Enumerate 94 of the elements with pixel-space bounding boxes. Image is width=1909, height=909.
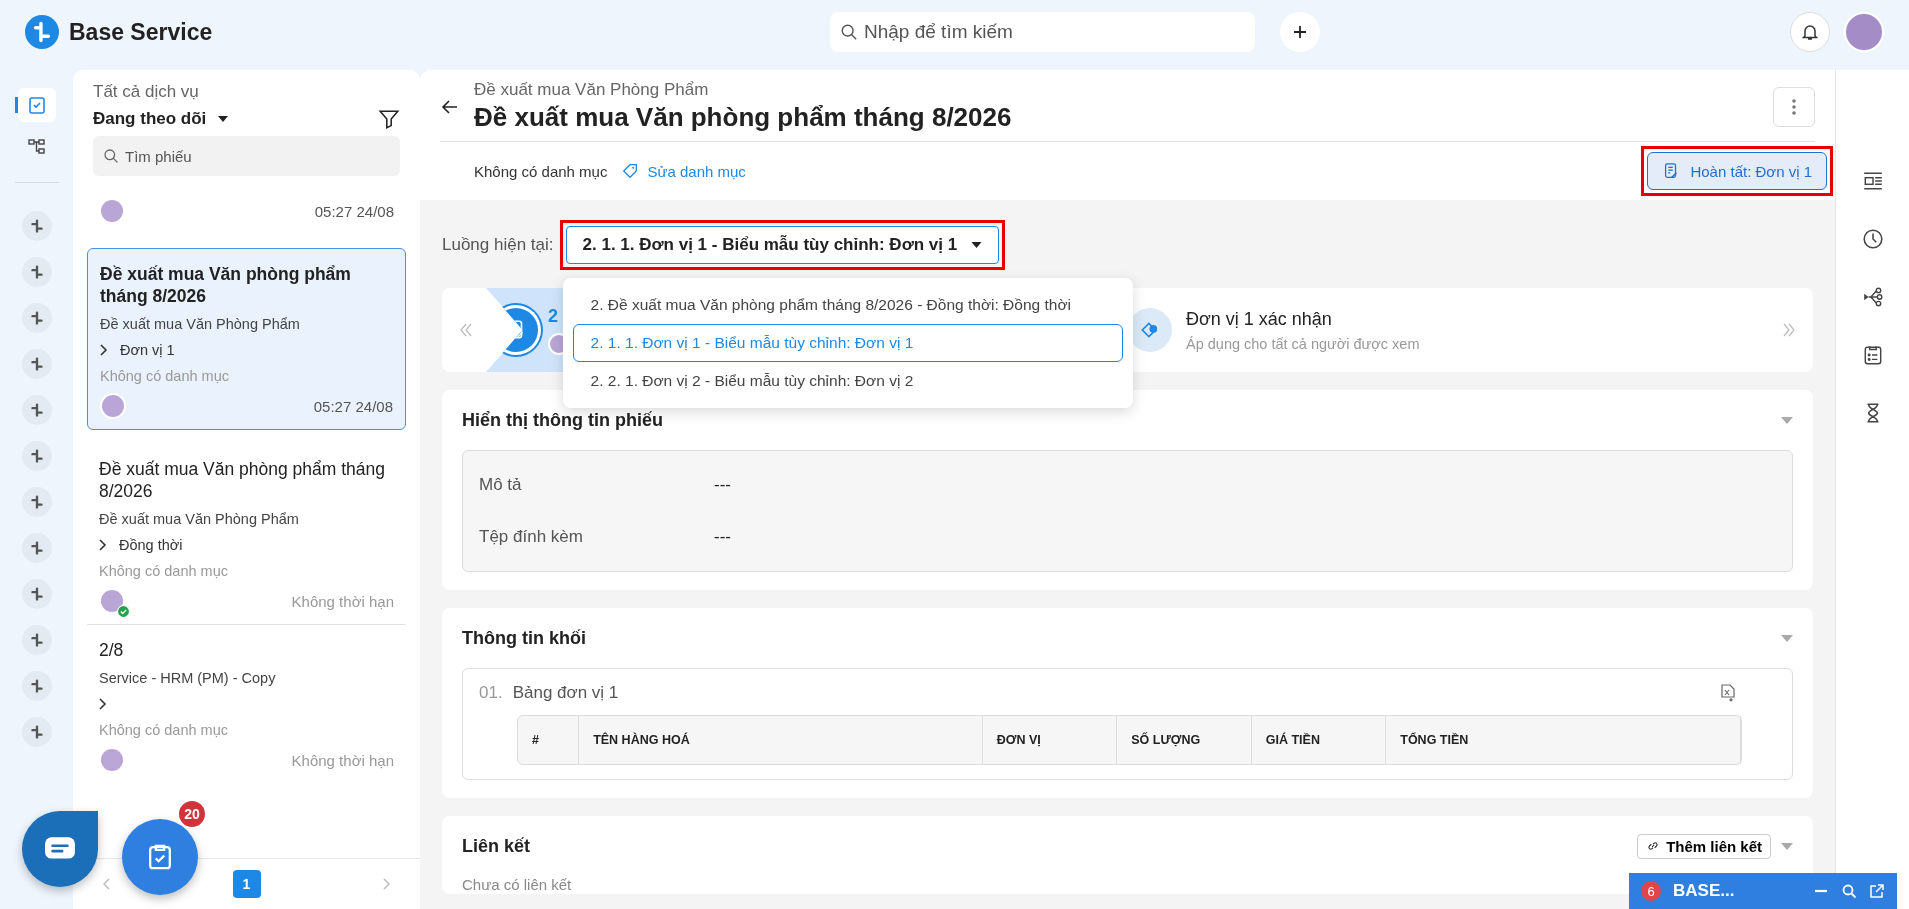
notification-icon[interactable] (1790, 12, 1830, 52)
ticket-title: Đề xuất mua Văn phòng phẩm tháng 8/2026 (100, 263, 352, 307)
field-label: Mô tả (479, 475, 523, 495)
table-title: Bảng đơn vị 1 (512, 683, 620, 703)
flow-option[interactable]: 2. 1. 1. Đơn vị 1 - Biểu mẫu tùy chỉnh: Đơn vị 1 (572, 324, 1123, 362)
ticket-flow: Đồng thời (119, 537, 183, 553)
user-avatar[interactable] (1844, 12, 1884, 52)
tag-icon (621, 162, 640, 180)
excel-export-icon[interactable] (1720, 684, 1736, 702)
chevron-right-icon (99, 698, 107, 710)
ticket-time: Không thời hạn (291, 592, 394, 610)
table-index: 01. (479, 683, 503, 703)
ticket-category: Không có danh mục (99, 563, 229, 579)
filter-icon[interactable] (378, 108, 400, 130)
field-value: --- (714, 475, 731, 495)
chevron-right-icon (100, 344, 108, 356)
ticket-search-field[interactable]: Tìm phiếu (93, 136, 400, 176)
layout-icon[interactable] (1861, 170, 1884, 192)
complete-button[interactable]: Hoàn tất: Đơn vị 1 (1647, 152, 1827, 190)
chevron-right-icon (99, 539, 107, 551)
ticket-title: 2/8 (99, 639, 125, 661)
field-label: Tệp đính kèm (479, 527, 584, 547)
category-label: Không có danh mục (474, 162, 608, 180)
page-button[interactable]: 1 (232, 870, 261, 898)
filter-dropdown[interactable]: Đang theo dõi (93, 109, 229, 129)
column-header: TỔNG TIỀN (1386, 716, 1741, 764)
column-header: TÊN HÀNG HOÁ (579, 716, 983, 764)
chat-button[interactable] (22, 811, 98, 887)
clipboard-check-icon (146, 843, 174, 871)
add-link-button[interactable]: Thêm liên kết (1637, 833, 1771, 859)
step-title: 2 (548, 305, 559, 327)
app-logo-icon (25, 15, 59, 49)
section-title: Liên kết (462, 835, 532, 857)
app-icon[interactable] (21, 717, 52, 747)
breadcrumb[interactable]: Đề xuất mua Văn Phòng Phẩm (474, 80, 1759, 100)
app-icon[interactable] (21, 257, 52, 287)
search-icon (840, 23, 858, 41)
current-flow-label: Luồng hiện tại: (442, 235, 554, 255)
user-avatar (99, 588, 125, 614)
ticket-service: Đề xuất mua Văn Phòng Phẩm (100, 316, 301, 332)
app-icon[interactable] (21, 303, 52, 333)
column-header: GIÁ TIỀN (1251, 716, 1387, 764)
scope-label: Tất cả dịch vụ (93, 82, 200, 102)
app-icon[interactable] (21, 211, 52, 241)
search-field[interactable]: Nhập để tìm kiếm (830, 12, 1255, 52)
edit-category-link[interactable]: Sửa danh mục (647, 162, 746, 180)
chat-icon (44, 836, 76, 862)
ticket-card[interactable]: 05:27 24/08 (87, 184, 406, 234)
add-icon[interactable] (1280, 12, 1320, 52)
empty-links-text: Chưa có liên kết (462, 876, 572, 893)
section-title: Thông tin khối (462, 627, 587, 649)
open-external-icon[interactable] (1869, 883, 1885, 899)
step-title: Đơn vị 1 xác nhận (1186, 308, 1333, 330)
app-icon[interactable] (21, 625, 52, 655)
ticket-card[interactable]: Đề xuất mua Văn phòng phẩm tháng 8/2026 Đề xuất mua Văn Phòng Phẩm Đồng thời Không có danh mục Không thời hạn (87, 444, 406, 624)
share-branch-icon[interactable] (1861, 286, 1884, 308)
app-icon[interactable] (21, 487, 52, 517)
search-icon[interactable] (1841, 883, 1857, 899)
column-header: SỐ LƯỢNG (1117, 716, 1252, 764)
step-subtitle: Áp dụng cho tất cả người được xem (1186, 335, 1420, 352)
app-icon[interactable] (21, 441, 52, 471)
ticket-category: Không có danh mục (99, 722, 229, 738)
tickets-icon[interactable] (17, 88, 56, 122)
app-icon[interactable] (21, 533, 52, 563)
ticket-flow: Đơn vị 1 (120, 342, 175, 358)
chat-widget-bar[interactable]: 6 BASE... (1629, 873, 1897, 909)
section-title: Hiển thị thông tin phiếu (462, 409, 664, 431)
ticket-category: Không có danh mục (100, 368, 230, 384)
unread-count-badge: 6 (1641, 881, 1661, 901)
ticket-heading: Đề xuất mua Văn phòng phẩm tháng 8/2026 (474, 102, 1013, 133)
ticket-title: Đề xuất mua Văn phòng phẩm tháng 8/2026 (99, 458, 387, 502)
app-icon[interactable] (21, 579, 52, 609)
ticket-time: Không thời hạn (291, 751, 394, 769)
link-icon (1646, 839, 1661, 853)
ticket-card[interactable]: 2/8 Service - HRM (PM) - Copy Không có danh mục Không thời hạn (87, 624, 406, 783)
caret-down-icon (218, 116, 229, 122)
widget-title: BASE... (1673, 881, 1736, 901)
app-icon[interactable] (21, 671, 52, 701)
user-avatar (100, 393, 126, 419)
ticket-time: 05:27 24/08 (313, 397, 393, 415)
search-icon (103, 148, 119, 164)
ticket-service: Service - HRM (PM) - Copy (99, 670, 277, 686)
column-header: # (518, 716, 580, 764)
column-header: ĐƠN VỊ (982, 716, 1118, 764)
flow-dropdown[interactable]: 2. 1. 1. Đơn vị 1 - Biểu mẫu tùy chỉnh: Đơn vị 1 (565, 226, 1000, 264)
app-name: Base Service (69, 18, 213, 46)
caret-down-icon (971, 242, 983, 248)
ticket-time: 05:27 24/08 (314, 202, 394, 220)
clock-icon[interactable] (1861, 228, 1884, 250)
app-icon[interactable] (21, 395, 52, 425)
field-value: --- (714, 527, 731, 547)
ticket-card[interactable]: Đề xuất mua Văn phòng phẩm tháng 8/2026 Đề xuất mua Văn Phòng Phẩm Đơn vị 1 Không có danh mục 05:27 24/08 (87, 248, 406, 430)
app-icon[interactable] (21, 349, 52, 379)
ticket-service: Đề xuất mua Văn Phòng Phẩm (99, 511, 300, 527)
